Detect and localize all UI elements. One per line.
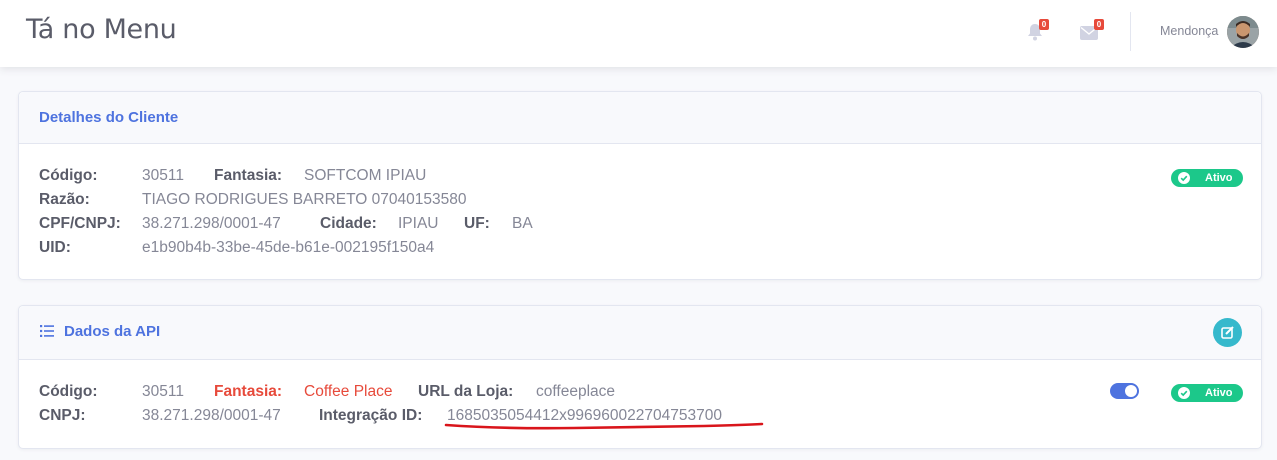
api-card-title: Dados da API xyxy=(64,323,161,340)
edit-api-button[interactable] xyxy=(1213,318,1242,347)
uid-label: UID: xyxy=(39,239,71,256)
client-details-card: Detalhes do Cliente Ativo Código: 30511 … xyxy=(18,91,1262,280)
app-title: Tá no Menu xyxy=(26,14,177,45)
api-card-header: Dados da API xyxy=(19,306,1261,360)
api-codigo-value: 30511 xyxy=(142,383,184,400)
client-card-header: Detalhes do Cliente xyxy=(19,92,1261,144)
alerts-count-badge: 0 xyxy=(1039,19,1049,30)
api-active-toggle[interactable] xyxy=(1110,383,1139,399)
razao-label: Razão: xyxy=(39,191,90,208)
fantasia-value: SOFTCOM IPIAU xyxy=(304,167,427,184)
topbar-divider xyxy=(1130,12,1131,51)
messages-count-badge: 0 xyxy=(1094,19,1104,30)
topbar: Tá no Menu 0 0 Mendonça xyxy=(0,0,1277,67)
api-codigo-label: Código: xyxy=(39,383,98,400)
url-loja-value: coffeeplace xyxy=(536,383,615,400)
codigo-value: 30511 xyxy=(142,167,184,184)
check-circle-icon xyxy=(1178,172,1190,184)
api-fantasia-label: Fantasia: xyxy=(214,383,283,400)
cidade-label: Cidade: xyxy=(320,215,377,232)
client-status-badge: Ativo xyxy=(1171,169,1243,187)
codigo-label: Código: xyxy=(39,167,98,184)
edit-icon xyxy=(1221,326,1234,339)
check-circle-icon xyxy=(1178,387,1190,399)
uf-value: BA xyxy=(512,215,533,232)
api-cnpj-label: CNPJ: xyxy=(39,407,86,424)
list-icon xyxy=(40,325,54,337)
uid-value: e1b90b4b-33be-45de-b61e-002195f150a4 xyxy=(142,239,435,256)
api-data-card: Dados da API Ativo Código: 30511 Fantasi… xyxy=(18,305,1262,449)
uf-label: UF: xyxy=(464,215,490,232)
user-name[interactable]: Mendonça xyxy=(1160,24,1218,38)
api-status-badge: Ativo xyxy=(1171,384,1243,402)
user-avatar[interactable] xyxy=(1227,16,1259,48)
cpf-label: CPF/CNPJ: xyxy=(39,215,121,232)
client-status-text: Ativo xyxy=(1205,172,1233,184)
url-loja-label: URL da Loja: xyxy=(418,383,514,400)
cpf-value: 38.271.298/0001-47 xyxy=(142,215,281,232)
client-card-title: Detalhes do Cliente xyxy=(39,109,179,126)
red-underline-annotation xyxy=(444,422,764,430)
integracao-label: Integração ID: xyxy=(319,407,423,424)
api-status-text: Ativo xyxy=(1205,387,1233,399)
cidade-value: IPIAU xyxy=(398,215,439,232)
fantasia-label: Fantasia: xyxy=(214,167,283,184)
api-fantasia-value: Coffee Place xyxy=(304,383,393,400)
razao-value: TIAGO RODRIGUES BARRETO 07040153580 xyxy=(142,191,467,208)
toggle-knob xyxy=(1125,385,1137,397)
messages-envelope-icon[interactable]: 0 xyxy=(1080,19,1104,42)
api-cnpj-value: 38.271.298/0001-47 xyxy=(142,407,281,424)
alerts-bell-icon[interactable]: 0 xyxy=(1027,19,1049,42)
